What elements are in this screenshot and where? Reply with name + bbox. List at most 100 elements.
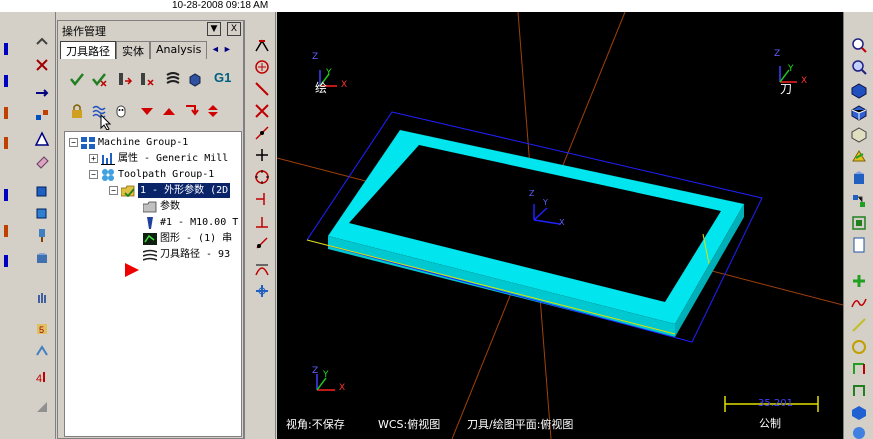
zoom-window-icon[interactable] — [850, 36, 868, 54]
circle-draw-icon[interactable] — [850, 338, 868, 356]
new-sheet-icon[interactable] — [850, 236, 868, 254]
eraser-icon[interactable] — [33, 152, 51, 170]
regenerate-icon[interactable] — [116, 70, 134, 88]
tree-toolpath[interactable]: 刀具路径 - 93 — [143, 247, 230, 262]
origin-y-label: Y — [543, 198, 548, 207]
join-icon[interactable] — [33, 106, 51, 124]
insert-arrow-icon[interactable] — [182, 102, 200, 120]
toolbar-grip-2[interactable] — [2, 72, 10, 90]
tab-solids[interactable]: 实体 — [116, 41, 150, 59]
snap-arc-icon[interactable] — [253, 260, 271, 278]
tab-prev-arrow-icon[interactable]: ◄ — [209, 41, 221, 57]
snap-intersection-icon[interactable] — [253, 102, 271, 120]
backplot-icon[interactable] — [33, 342, 51, 360]
add-icon[interactable] — [850, 272, 868, 290]
front-view-icon[interactable] — [850, 104, 868, 122]
zoom-fit-icon[interactable] — [850, 58, 868, 76]
triangle-icon[interactable] — [33, 130, 51, 148]
scale-value: 35.201 — [758, 398, 793, 409]
tree-machine-group[interactable]: − Machine Group-1 — [69, 135, 188, 150]
hand-icon[interactable] — [33, 288, 51, 306]
snap-midpoint-icon[interactable] — [253, 124, 271, 142]
toolpath-group-icon — [102, 168, 114, 181]
move-up-icon[interactable] — [160, 102, 178, 120]
polygon-draw-icon[interactable] — [850, 382, 868, 400]
snap-endpoint-line-icon[interactable] — [253, 80, 271, 98]
tree-toolpath-group[interactable]: − Toolpath Group-1 — [89, 167, 214, 182]
levels-icon[interactable] — [850, 192, 868, 210]
line-draw-icon[interactable] — [850, 316, 868, 334]
drill-icon[interactable] — [33, 226, 51, 244]
iso-view-icon[interactable] — [850, 148, 868, 166]
snap-nearest-icon[interactable] — [253, 190, 271, 208]
toolpath-5-icon[interactable]: 5 — [33, 320, 51, 338]
solid-shade-icon[interactable] — [850, 404, 868, 422]
cube-icon[interactable] — [33, 182, 51, 200]
tab-toolpaths[interactable]: 刀具路径 — [60, 41, 116, 59]
lock-icon[interactable] — [68, 102, 86, 120]
toolbar-grip-7[interactable] — [2, 252, 10, 270]
tree-tool[interactable]: #1 - M10.00 T — [143, 215, 238, 230]
toolbar-grip-4[interactable] — [2, 134, 10, 152]
cylinder-icon[interactable] — [33, 250, 51, 268]
svg-text:5: 5 — [39, 325, 44, 335]
machine-group-icon — [81, 136, 95, 149]
rotate-view-icon[interactable] — [850, 170, 868, 188]
analyze-icon[interactable] — [850, 214, 868, 232]
scale-unit: 公制 — [759, 417, 781, 430]
trim-icon[interactable] — [33, 56, 51, 74]
move-down-icon[interactable] — [138, 102, 156, 120]
verify-ops-icon[interactable] — [186, 70, 204, 88]
collapse-icon[interactable]: − — [89, 170, 98, 179]
wcs-bl-y-label: Y — [323, 370, 329, 380]
toolbar-grip-6[interactable] — [2, 222, 10, 240]
graphics-viewport[interactable]: Z Y X 绘 Z Y X 刀 Z Y X Z Y X 视角:不保存 WCS:俯… — [277, 12, 843, 439]
collapse-icon[interactable]: − — [109, 186, 118, 195]
tree-geometry[interactable]: 图形 - (1) 串 — [143, 231, 232, 246]
point-snap-toolbar — [248, 12, 276, 439]
toolbar-grip-5[interactable] — [2, 186, 10, 204]
close-button[interactable]: X — [227, 22, 241, 36]
select-dirty-icon[interactable] — [90, 70, 108, 88]
status-wcs: WCS:俯视图 — [378, 418, 441, 431]
regenerate-dirty-icon[interactable] — [138, 70, 156, 88]
toolbar-grip-3[interactable] — [2, 104, 10, 122]
collapse-icon[interactable]: − — [69, 138, 78, 147]
dropdown-button[interactable]: ▼ — [207, 22, 221, 36]
tab-analysis[interactable]: Analysis — [150, 41, 208, 59]
post-g1-button[interactable]: G1 — [210, 70, 236, 88]
wcs-tl-z-label: Z — [312, 52, 319, 62]
extend-icon[interactable] — [33, 84, 51, 102]
wireframe-icon[interactable] — [850, 424, 868, 439]
undo-icon[interactable] — [33, 34, 51, 52]
toolbar-grip[interactable] — [2, 40, 10, 58]
side-view-icon[interactable] — [850, 126, 868, 144]
view-toolbar — [843, 12, 873, 439]
tree-label: 图形 - (1) 串 — [160, 233, 233, 244]
snap-tangent-icon[interactable] — [253, 234, 271, 252]
post-icon[interactable] — [33, 398, 51, 416]
tree-operation[interactable]: − 1 - 外形参数 (2D — [109, 183, 231, 198]
insert-arrow-marker[interactable] — [125, 262, 139, 277]
expand-icon[interactable]: + — [89, 154, 98, 163]
snap-perpendicular-icon[interactable] — [253, 212, 271, 230]
snap-relative-icon[interactable] — [253, 282, 271, 300]
cube-edit-icon[interactable] — [33, 204, 51, 222]
wcs-bl-z-label: Z — [312, 366, 319, 376]
snap-point-icon[interactable] — [253, 146, 271, 164]
mouse-cursor-icon — [98, 113, 116, 131]
snap-center-icon[interactable] — [253, 58, 271, 76]
backplot-ops-icon[interactable] — [164, 70, 182, 88]
tab-next-arrow-icon[interactable]: ► — [221, 41, 233, 57]
top-view-icon[interactable] — [850, 82, 868, 100]
tree-properties[interactable]: + 属性 - Generic Mill — [89, 151, 228, 166]
scroll-to-insert-icon[interactable] — [204, 102, 222, 120]
snap-endpoint-icon[interactable] — [253, 36, 271, 54]
snap-quadrant-icon[interactable] — [253, 168, 271, 186]
tree-label: 属性 - Generic Mill — [118, 153, 229, 164]
verify-icon[interactable]: 4 — [33, 368, 51, 386]
select-all-icon[interactable] — [68, 70, 86, 88]
rectangle-draw-icon[interactable] — [850, 360, 868, 378]
tree-parameters[interactable]: 参数 — [143, 199, 180, 214]
spline-icon[interactable] — [850, 294, 868, 312]
